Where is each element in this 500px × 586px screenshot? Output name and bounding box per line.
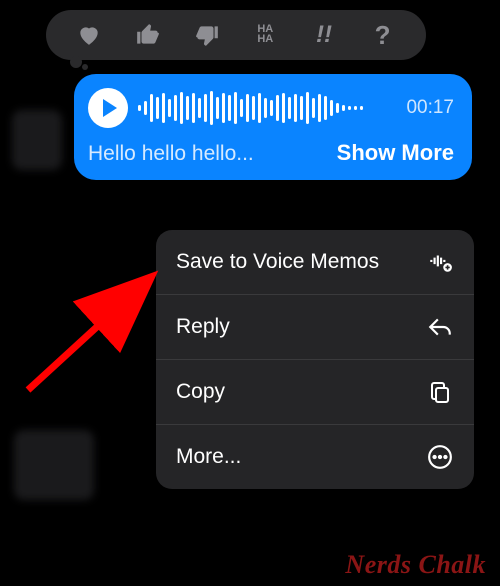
context-menu: Save to Voice Memos Reply Copy More... [156, 230, 474, 489]
menu-copy[interactable]: Copy [156, 360, 474, 425]
reply-icon [426, 313, 454, 341]
question-icon: ? [375, 20, 391, 51]
show-more-button[interactable]: Show More [337, 140, 454, 166]
play-button[interactable] [88, 88, 128, 128]
reaction-thumbs-down[interactable] [186, 14, 228, 56]
reaction-bubble-tail [70, 56, 88, 70]
voice-memos-icon [426, 248, 454, 276]
menu-save-voice-memos[interactable]: Save to Voice Memos [156, 230, 474, 295]
menu-more[interactable]: More... [156, 425, 474, 489]
menu-reply[interactable]: Reply [156, 295, 474, 360]
copy-icon [426, 378, 454, 406]
waveform[interactable] [138, 91, 390, 125]
reaction-haha[interactable]: HAHA [244, 14, 286, 56]
annotation-arrow [18, 250, 178, 400]
voice-message-bubble: 00:17 Hello hello hello... Show More [74, 74, 472, 180]
heart-icon [76, 22, 102, 48]
more-icon [426, 443, 454, 471]
menu-item-label: Save to Voice Memos [176, 248, 379, 275]
watermark: Nerds Chalk [345, 550, 486, 580]
thumbs-down-icon [194, 22, 220, 48]
menu-item-label: Reply [176, 313, 230, 340]
reaction-heart[interactable] [68, 14, 110, 56]
menu-item-label: More... [176, 443, 241, 470]
reactions-bar: HAHA !! ? [46, 10, 426, 60]
audio-duration: 00:17 [406, 97, 454, 119]
reaction-question[interactable]: ? [362, 14, 404, 56]
thumbs-up-icon [135, 22, 161, 48]
exclaim-icon: !! [316, 21, 332, 49]
reaction-exclaim[interactable]: !! [303, 14, 345, 56]
transcript-preview: Hello hello hello... [88, 142, 254, 166]
reaction-thumbs-up[interactable] [127, 14, 169, 56]
play-icon [103, 99, 117, 117]
haha-icon: HAHA [257, 25, 273, 45]
menu-item-label: Copy [176, 378, 225, 405]
